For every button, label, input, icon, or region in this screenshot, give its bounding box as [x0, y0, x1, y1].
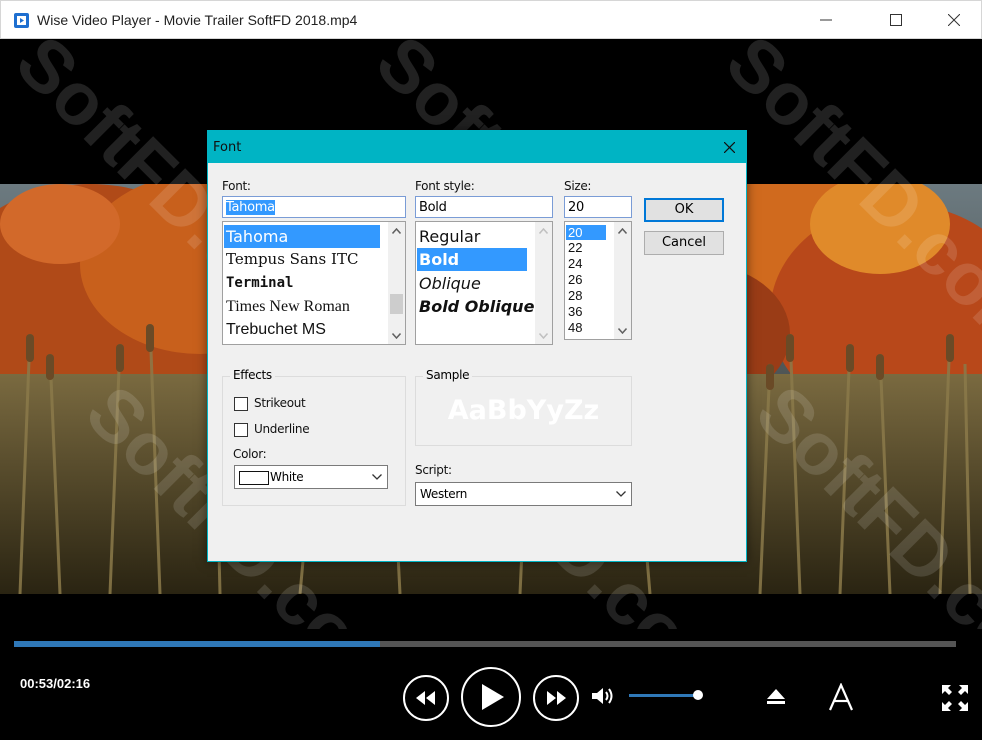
size-list-item[interactable]: 28: [566, 288, 582, 304]
fast-forward-icon: [547, 691, 566, 705]
size-list-item[interactable]: 20: [566, 225, 606, 240]
volume-icon[interactable]: [592, 687, 616, 705]
strikeout-checkbox[interactable]: [234, 397, 248, 411]
size-label: Size:: [564, 179, 592, 193]
script-value: Western: [420, 487, 468, 501]
font-style-label: Font style:: [415, 179, 475, 193]
size-list[interactable]: 20 22 24 26 28 36 48: [564, 221, 632, 340]
size-list-item[interactable]: 48: [566, 320, 582, 336]
scroll-down-button[interactable]: [388, 327, 405, 344]
scroll-down-button[interactable]: [614, 322, 631, 339]
close-window-button[interactable]: [931, 1, 977, 39]
font-list-scrollbar[interactable]: [388, 222, 405, 344]
sample-group: Sample AaBbYyZz: [415, 368, 632, 446]
style-list-item[interactable]: Oblique: [417, 272, 481, 295]
dialog-close-button[interactable]: [718, 137, 740, 157]
color-value: White: [270, 470, 304, 484]
font-label: Font:: [222, 179, 251, 193]
size-list-item[interactable]: 36: [566, 304, 582, 320]
font-list-item[interactable]: Trebuchet MS: [224, 318, 326, 341]
font-list-item[interactable]: Tempus Sans ITC: [224, 248, 358, 271]
color-swatch: [239, 471, 269, 485]
sample-text: AaBbYyZz: [447, 395, 600, 426]
chevron-up-icon: [539, 227, 548, 234]
strikeout-label: Strikeout: [254, 396, 306, 410]
chevron-down-icon: [372, 474, 382, 480]
seek-bar[interactable]: [14, 641, 956, 647]
play-button[interactable]: [461, 667, 521, 727]
effects-label: Effects: [230, 368, 275, 382]
eject-icon[interactable]: [767, 689, 785, 705]
volume-knob[interactable]: [693, 690, 704, 700]
font-dialog: Font Font: Tahoma Tahoma Tempus Sans ITC…: [207, 130, 747, 562]
minimize-button[interactable]: [803, 1, 849, 39]
script-select[interactable]: Western: [415, 482, 632, 506]
font-list-item[interactable]: Tahoma: [224, 225, 380, 248]
underline-checkbox[interactable]: [234, 423, 248, 437]
scroll-up-button[interactable]: [388, 222, 405, 239]
close-icon: [948, 14, 960, 26]
dialog-title: Font: [213, 140, 242, 155]
play-icon: [482, 684, 504, 710]
fullscreen-icon[interactable]: [942, 685, 968, 711]
window-title: Wise Video Player - Movie Trailer SoftFD…: [37, 12, 358, 28]
subtitle-font-icon[interactable]: [828, 683, 854, 711]
dialog-titlebar: Font: [208, 131, 746, 163]
chevron-up-icon: [618, 227, 627, 234]
style-list-item[interactable]: Bold: [417, 248, 527, 271]
size-list-item[interactable]: 24: [566, 256, 582, 272]
font-style-input[interactable]: Bold: [415, 196, 553, 218]
font-name-value: Tahoma: [226, 200, 275, 215]
minimize-icon: [820, 19, 832, 21]
scroll-up-button[interactable]: [614, 222, 631, 239]
font-list-item[interactable]: Terminal: [224, 272, 293, 295]
cancel-button[interactable]: Cancel: [644, 231, 724, 255]
font-style-list[interactable]: Regular Bold Oblique Bold Oblique: [415, 221, 553, 345]
style-list-item[interactable]: Regular: [417, 225, 480, 248]
volume-level: [629, 694, 699, 697]
window-titlebar: Wise Video Player - Movie Trailer SoftFD…: [0, 0, 982, 39]
fast-forward-button[interactable]: [533, 675, 579, 721]
app-icon: [14, 13, 29, 28]
scroll-down-button[interactable]: [535, 327, 552, 344]
size-list-item[interactable]: 26: [566, 272, 582, 288]
volume-slider[interactable]: [629, 690, 704, 700]
size-list-item[interactable]: 22: [566, 240, 582, 256]
script-label: Script:: [415, 463, 452, 477]
effects-group: Effects Strikeout Underline Color: White: [222, 368, 406, 506]
font-name-list[interactable]: Tahoma Tempus Sans ITC Terminal Times Ne…: [222, 221, 406, 345]
scroll-thumb[interactable]: [390, 294, 403, 314]
time-display: 00:53/02:16: [20, 676, 91, 691]
size-list-scrollbar[interactable]: [614, 222, 631, 339]
style-list-scrollbar[interactable]: [535, 222, 552, 344]
size-input[interactable]: 20: [564, 196, 632, 218]
maximize-icon: [890, 14, 902, 26]
scroll-up-button[interactable]: [535, 222, 552, 239]
style-list-item[interactable]: Bold Oblique: [417, 295, 534, 318]
chevron-down-icon: [616, 491, 626, 497]
maximize-button[interactable]: [873, 1, 919, 39]
ok-button[interactable]: OK: [644, 198, 724, 222]
seek-bar-progress: [14, 641, 381, 647]
font-list-item[interactable]: Times New Roman: [224, 295, 350, 318]
close-icon: [723, 141, 735, 153]
sample-label: Sample: [423, 368, 473, 382]
font-name-input[interactable]: Tahoma: [222, 196, 406, 218]
underline-label: Underline: [254, 422, 310, 436]
chevron-down-icon: [539, 332, 548, 339]
chevron-up-icon: [392, 227, 401, 234]
chevron-down-icon: [392, 332, 401, 339]
chevron-down-icon: [618, 327, 627, 334]
rewind-button[interactable]: [403, 675, 449, 721]
rewind-icon: [416, 691, 435, 705]
color-label: Color:: [233, 447, 267, 461]
color-select[interactable]: White: [234, 465, 388, 489]
